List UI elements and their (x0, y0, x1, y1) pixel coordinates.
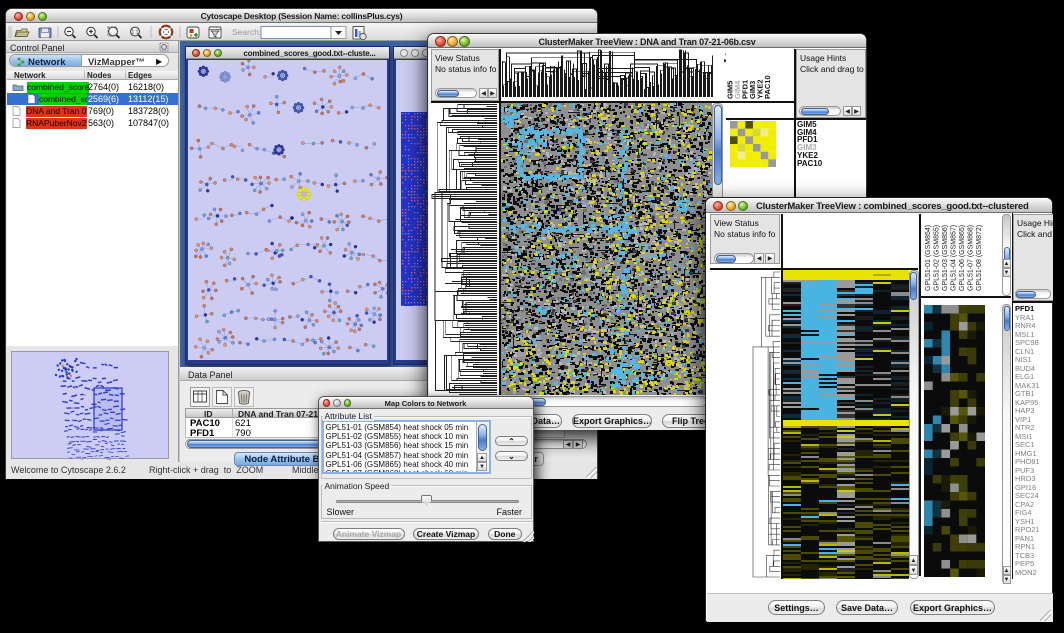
svg-text:GPL51-03 (GSM856): GPL51-03 (GSM856) (942, 225, 949, 291)
svg-text:GPL51-01 (GSM854): GPL51-01 (GSM854) (925, 225, 932, 291)
svg-text:GPL51-07 (GSM868): GPL51-07 (GSM868) (967, 225, 974, 291)
svg-text:Search:: Search: (232, 27, 261, 37)
svg-text:GPL51-06 (GSM865): GPL51-06 (GSM865) (959, 225, 966, 291)
svg-text:PAC10: PAC10 (763, 75, 772, 99)
svg-text:GPL51-04 (GSM857): GPL51-04 (GSM857) (950, 225, 957, 291)
svg-text:GPL51-08 (GSM872): GPL51-08 (GSM872) (976, 225, 983, 291)
svg-text:GPL51-02 (GSM855): GPL51-02 (GSM855) (933, 225, 940, 291)
svg-text:1:1: 1:1 (132, 30, 139, 36)
